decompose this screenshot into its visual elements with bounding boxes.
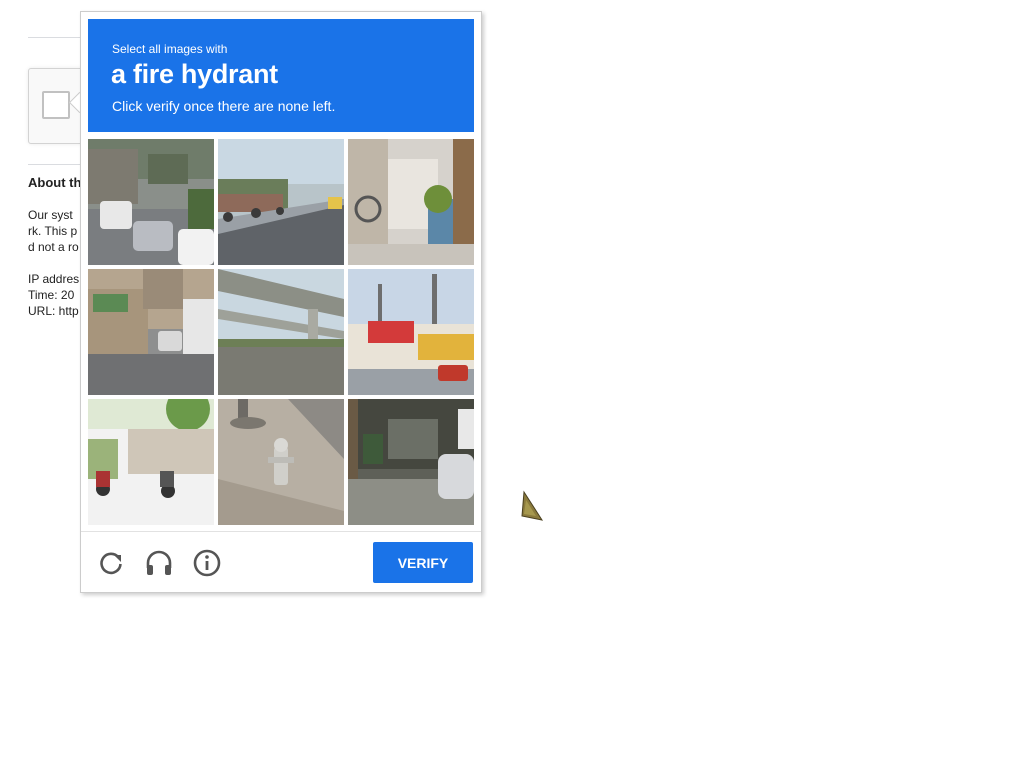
- instruction-hint: Click verify once there are none left.: [112, 98, 336, 114]
- grid-tile-9[interactable]: [348, 399, 474, 525]
- reload-button[interactable]: [94, 546, 128, 580]
- grid-tile-7[interactable]: [88, 399, 214, 525]
- body-line: d not a ro: [28, 240, 79, 254]
- recaptcha-checkbox[interactable]: [42, 91, 70, 119]
- headphones-icon: [146, 550, 172, 575]
- image-challenge-popup: Select all images with a fire hydrant Cl…: [80, 11, 482, 593]
- grid-tile-8[interactable]: [218, 399, 344, 525]
- target-object: a fire hydrant: [111, 59, 278, 89]
- ip-address-line: IP addres: [28, 272, 80, 286]
- info-icon: [193, 549, 221, 577]
- footer-divider: [81, 531, 481, 532]
- top-divider: [28, 37, 88, 38]
- instruction-small: Select all images with: [112, 42, 228, 56]
- grid-tile-6[interactable]: [348, 269, 474, 395]
- reload-icon: [100, 552, 122, 575]
- time-line: Time: 20: [28, 288, 75, 302]
- image-grid: [88, 139, 474, 525]
- body-line: rk. This p: [28, 224, 78, 238]
- about-heading: About th: [28, 175, 82, 190]
- verify-button[interactable]: Verify: [373, 542, 473, 583]
- section-divider: [28, 164, 88, 165]
- info-button[interactable]: [190, 546, 224, 580]
- body-line: Our syst: [28, 208, 73, 222]
- challenge-header: Select all images with a fire hydrant Cl…: [88, 19, 474, 132]
- grid-tile-4[interactable]: [88, 269, 214, 395]
- cursor-icon: [521, 490, 544, 521]
- grid-tile-1[interactable]: [88, 139, 214, 265]
- grid-tile-5[interactable]: [218, 269, 344, 395]
- grid-tile-3[interactable]: [348, 139, 474, 265]
- audio-challenge-button[interactable]: [142, 546, 176, 580]
- grid-tile-2[interactable]: [218, 139, 344, 265]
- url-line: URL: http: [28, 304, 79, 318]
